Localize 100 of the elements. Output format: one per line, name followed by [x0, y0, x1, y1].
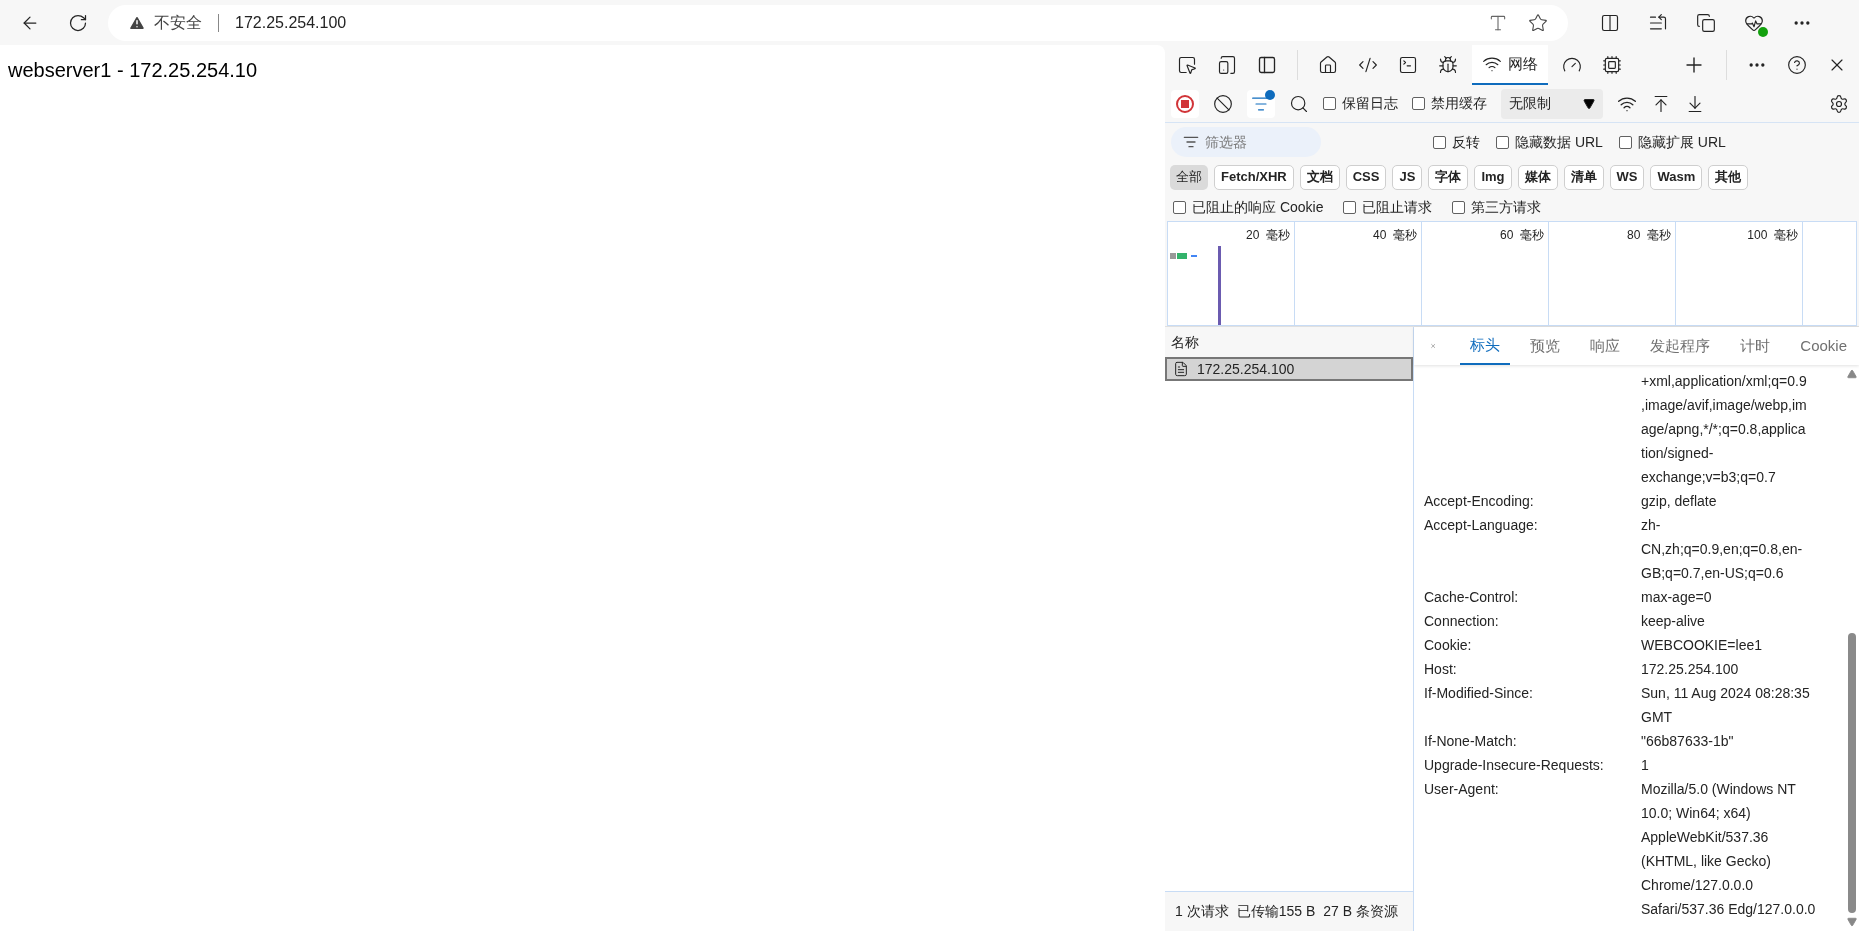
header-value: age/apng,*/*;q=0.8,applica	[1641, 420, 1806, 439]
checkbox-label: 已阻止的响应 Cookie	[1192, 197, 1324, 217]
collections-icon[interactable]	[1696, 12, 1716, 33]
header-name: Cookie:	[1424, 637, 1472, 653]
type-filter-chip[interactable]: Img	[1474, 164, 1512, 190]
scroll-up-icon[interactable]	[1847, 369, 1857, 379]
header-value: GMT	[1641, 708, 1673, 727]
filter-field[interactable]: 筛选器	[1171, 127, 1321, 157]
header-value: (KHTML, like Gecko)	[1641, 852, 1771, 871]
detail-tab[interactable]: 发起程序	[1640, 327, 1721, 365]
header-name: Upgrade-Insecure-Requests:	[1424, 757, 1604, 773]
checkbox-label: 第三方请求	[1471, 197, 1542, 217]
type-filter-chip[interactable]: WS	[1609, 164, 1645, 190]
type-filter-chip[interactable]: CSS	[1345, 164, 1387, 190]
header-value: WEBCOOKIE=lee1	[1641, 636, 1762, 655]
star-icon[interactable]	[1528, 12, 1548, 33]
header-value: GB;q=0.7,en-US;q=0.6	[1641, 564, 1784, 583]
address-bar[interactable]: 不安全 172.25.254.100	[108, 4, 1568, 41]
reload-icon[interactable]	[68, 12, 88, 33]
filter-icon[interactable]	[1247, 89, 1275, 118]
checkbox[interactable]	[1343, 200, 1357, 214]
checkbox-label: 禁用缓存	[1431, 94, 1487, 113]
dock-icon[interactable]	[1257, 55, 1277, 75]
type-filter-chip[interactable]: 全部	[1170, 164, 1208, 190]
time-tick: 20 毫秒	[1246, 227, 1290, 244]
code-icon	[1358, 55, 1378, 75]
status-text: 27 B 条资源	[1323, 902, 1398, 921]
detail-tab[interactable]: 标头	[1460, 327, 1511, 365]
header-value: zh-	[1641, 516, 1661, 535]
request-name: 172.25.254.100	[1197, 359, 1295, 379]
detail-tab[interactable]: Cookie	[1790, 327, 1857, 365]
header-name: If-None-Match:	[1424, 733, 1517, 749]
record-icon[interactable]	[1171, 89, 1199, 118]
checkbox-label: 隐藏数据 URL	[1515, 132, 1603, 152]
header-value: AppleWebKit/537.36	[1641, 828, 1769, 847]
header-value: keep-alive	[1641, 612, 1705, 631]
column-header: 名称	[1165, 327, 1413, 357]
time-tick: 80 毫秒	[1627, 227, 1671, 244]
header-value: ,image/avif,image/webp,im	[1641, 396, 1807, 415]
time-tick: 100 毫秒	[1747, 227, 1798, 244]
checkbox[interactable]	[1323, 97, 1336, 110]
terminal-icon[interactable]	[1398, 55, 1418, 75]
type-filter-chip[interactable]: 字体	[1428, 164, 1469, 190]
checkbox[interactable]	[1412, 97, 1425, 110]
checkbox[interactable]	[1433, 135, 1446, 149]
header-value: Safari/537.36 Edg/127.0.0.0	[1641, 900, 1816, 919]
checkbox[interactable]	[1496, 135, 1509, 149]
caret-icon	[1583, 97, 1595, 110]
header-name: Connection:	[1424, 613, 1499, 629]
page-heading: webserver1 - 172.25.254.10	[8, 58, 259, 83]
header-value: "66b87633-1b"	[1641, 732, 1734, 751]
type-filter-chip[interactable]: Fetch/XHR	[1214, 164, 1294, 190]
scroll-down-icon[interactable]	[1847, 917, 1857, 927]
header-value: Chrome/127.0.0.0	[1641, 876, 1754, 895]
devtools-tab[interactable]: 网络	[1472, 45, 1548, 85]
split-screen-icon[interactable]	[1600, 12, 1620, 33]
header-name: Cache-Control:	[1424, 589, 1519, 605]
search-icon[interactable]	[1289, 93, 1309, 114]
status-text: 1 次请求	[1175, 902, 1229, 921]
header-value: Mozilla/5.0 (Windows NT	[1641, 780, 1796, 799]
home-icon	[1318, 55, 1338, 75]
bug-icon[interactable]	[1438, 55, 1458, 75]
checkbox-label: 反转	[1452, 132, 1480, 152]
type-filter-chip[interactable]: 媒体	[1517, 164, 1558, 190]
header-name: User-Agent:	[1424, 781, 1499, 797]
checkbox-label: 已阻止请求	[1362, 197, 1433, 217]
type-filter-chip[interactable]: 其他	[1708, 164, 1749, 190]
checkbox-label: 隐藏扩展 URL	[1637, 132, 1726, 152]
type-filter-chip[interactable]: 文档	[1299, 164, 1340, 190]
clear-icon[interactable]	[1213, 93, 1233, 114]
settings-icon[interactable]	[1829, 93, 1849, 114]
detail-tab[interactable]: 计时	[1730, 327, 1781, 365]
header-name: Accept-Language:	[1424, 517, 1538, 533]
chip-icon	[1602, 55, 1622, 75]
device-icon[interactable]	[1217, 55, 1237, 75]
status-text: 已传输155 B	[1236, 902, 1316, 921]
checkbox[interactable]	[1618, 135, 1632, 149]
header-value: max-age=0	[1641, 588, 1712, 607]
header-value: tion/signed-	[1641, 444, 1714, 463]
type-filter-chip[interactable]: 清单	[1563, 164, 1604, 190]
checkbox[interactable]	[1173, 200, 1186, 214]
header-name: If-Modified-Since:	[1424, 685, 1533, 701]
header-value: Sun, 11 Aug 2024 08:28:35	[1641, 684, 1810, 703]
type-filter-chip[interactable]: Wasm	[1650, 164, 1703, 190]
header-value: 1	[1641, 756, 1649, 775]
header-value: CN,zh;q=0.9,en;q=0.8,en-	[1641, 540, 1803, 559]
header-value: +xml,application/xml;q=0.9	[1641, 372, 1807, 391]
header-value: gzip, deflate	[1641, 492, 1717, 511]
checkbox[interactable]	[1452, 200, 1466, 214]
header-value: exchange;v=b3;q=0.7	[1641, 468, 1776, 487]
throttling-select[interactable]: 无限制	[1501, 88, 1603, 119]
help-icon[interactable]	[1787, 55, 1807, 75]
security-label: 不安全	[154, 12, 202, 33]
request-row[interactable]: 172.25.254.100	[1165, 357, 1413, 381]
detail-tab[interactable]: 响应	[1580, 327, 1631, 365]
type-filter-chip[interactable]: JS	[1392, 164, 1423, 190]
inspect-icon[interactable]	[1177, 55, 1197, 75]
time-tick: 40 毫秒	[1373, 227, 1417, 244]
waterfall-bar-drawing	[1170, 252, 1198, 260]
detail-tab[interactable]: 预览	[1520, 327, 1571, 365]
